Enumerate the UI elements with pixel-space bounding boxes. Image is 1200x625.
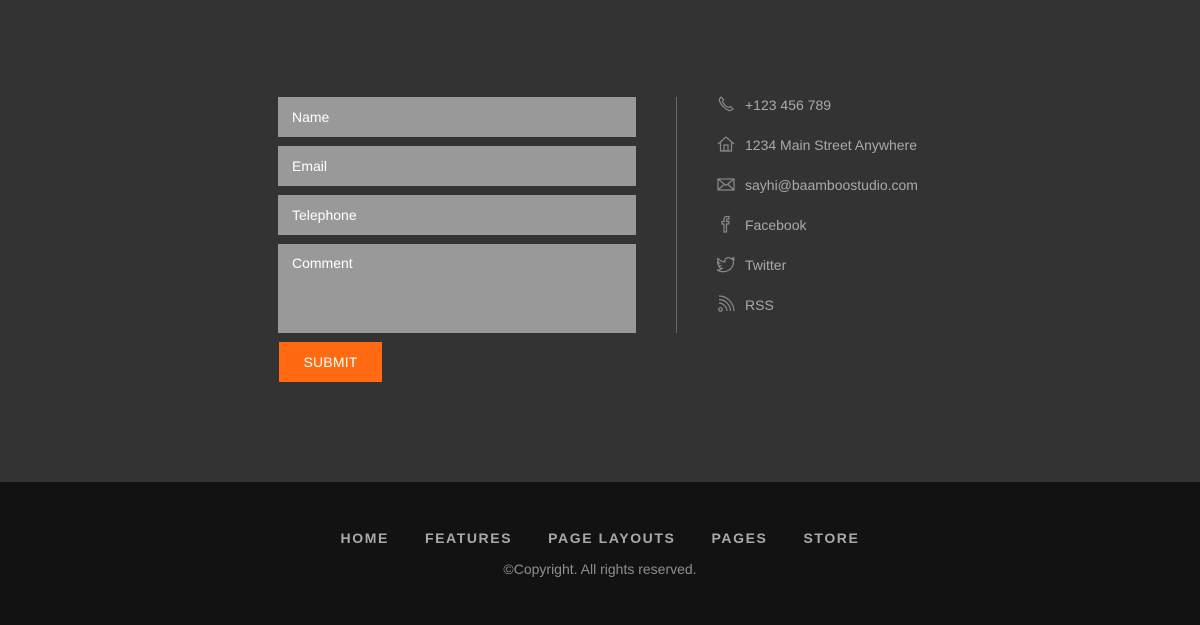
contact-form: SUBMIT — [278, 97, 636, 382]
submit-button[interactable]: SUBMIT — [279, 342, 382, 382]
contact-phone[interactable]: +123 456 789 — [716, 94, 918, 134]
nav-home[interactable]: HOME — [341, 529, 389, 547]
footer-nav: HOME FEATURES PAGE LAYOUTS PAGES STORE — [0, 529, 1200, 547]
contact-info-list: +123 456 789 1234 Main Street Anywhere s… — [716, 94, 918, 334]
contact-email[interactable]: sayhi@baamboostudio.com — [716, 174, 918, 214]
nav-pages[interactable]: PAGES — [712, 529, 768, 547]
contact-section: SUBMIT +123 456 789 1234 Main Street Any… — [0, 0, 1200, 482]
rss-icon — [716, 294, 736, 314]
contact-address[interactable]: 1234 Main Street Anywhere — [716, 134, 918, 174]
copyright-text: ©Copyright. All rights reserved. — [503, 561, 697, 577]
footer: HOME FEATURES PAGE LAYOUTS PAGES STORE ©… — [0, 482, 1200, 625]
facebook-icon — [716, 214, 736, 234]
contact-label: RSS — [745, 297, 774, 313]
contact-facebook[interactable]: Facebook — [716, 214, 918, 254]
contact-label: sayhi@baamboostudio.com — [745, 177, 918, 193]
telephone-field[interactable] — [278, 195, 636, 235]
mail-icon — [716, 174, 736, 194]
contact-label: 1234 Main Street Anywhere — [745, 137, 917, 153]
contact-twitter[interactable]: Twitter — [716, 254, 918, 294]
comment-field[interactable] — [278, 244, 636, 333]
contact-rss[interactable]: RSS — [716, 294, 918, 334]
home-icon — [716, 134, 736, 154]
email-field[interactable] — [278, 146, 636, 186]
nav-page-layouts[interactable]: PAGE LAYOUTS — [548, 529, 675, 547]
divider — [676, 97, 677, 333]
nav-store[interactable]: STORE — [803, 529, 859, 547]
twitter-icon — [716, 254, 736, 274]
name-field[interactable] — [278, 97, 636, 137]
contact-label: Twitter — [745, 257, 787, 273]
contact-label: +123 456 789 — [745, 97, 832, 113]
nav-features[interactable]: FEATURES — [425, 529, 512, 547]
phone-icon — [716, 94, 736, 114]
contact-label: Facebook — [745, 217, 807, 233]
